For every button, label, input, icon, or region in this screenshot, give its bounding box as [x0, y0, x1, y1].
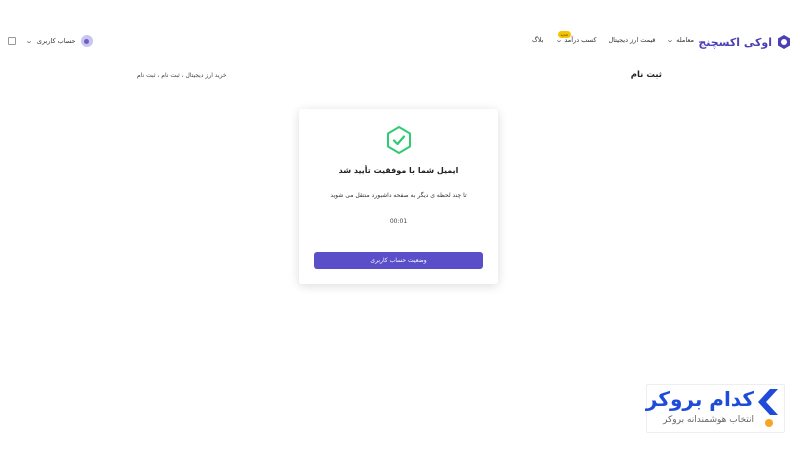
nav-item-trade[interactable]: معامله ⌄	[666, 36, 694, 44]
success-check-icon	[387, 126, 411, 154]
nav-item-blog[interactable]: بلاگ	[532, 36, 544, 44]
nav-item-label: قیمت ارز دیجیتال	[608, 36, 656, 44]
redirect-message: تا چند لحظه ی دیگر به صفحه داشبورد منتقل…	[330, 192, 467, 199]
exit-icon[interactable]	[8, 37, 16, 45]
logo-text: اوکی اکسچنج	[698, 35, 772, 49]
countdown-timer: 00:01	[389, 218, 408, 225]
chevron-down-icon: ⌄	[666, 36, 675, 44]
chevron-down-icon: ⌄	[24, 37, 34, 45]
header: اوکی اکسچنج معامله ⌄ قیمت ارز دیجیتال کس…	[0, 0, 800, 84]
nav-item-prices[interactable]: قیمت ارز دیجیتال	[608, 36, 655, 44]
chevron-down-icon: ⌄	[554, 36, 563, 44]
breadcrumb[interactable]: خرید ارز دیجیتال ، ثبت نام ، ثبت نام	[137, 72, 227, 79]
page-title: ثبت نام	[630, 70, 662, 80]
main-nav: معامله ⌄ قیمت ارز دیجیتال کسب درآمد جدید…	[532, 31, 694, 44]
logo[interactable]: اوکی اکسچنج	[698, 34, 792, 50]
account-menu[interactable]: ⌄ حساب کاربری	[24, 35, 93, 47]
account-label: حساب کاربری	[36, 37, 76, 45]
ad-banner[interactable]: کدام بروکر انتخاب هوشمندانه بروکر	[646, 384, 785, 433]
nav-item-label: بلاگ	[531, 36, 544, 44]
ad-title: کدام بروکر	[645, 387, 754, 411]
brand-chevron-icon	[758, 389, 778, 415]
avatar	[80, 35, 93, 47]
orange-dot-icon	[765, 419, 773, 427]
ad-subtitle: انتخاب هوشمندانه بروکر	[663, 415, 754, 425]
nav-item-label: معامله	[676, 36, 694, 44]
nav-item-earn[interactable]: کسب درآمد جدید ⌄	[554, 31, 596, 44]
verification-card: ایمیل شما با موفقیت تأیید شد تا چند لحظه…	[299, 109, 498, 284]
account-status-button[interactable]: وضعیت حساب کاربری	[314, 252, 483, 269]
logo-icon	[778, 35, 790, 49]
success-title: ایمیل شما با موفقیت تأیید شد	[338, 166, 459, 175]
